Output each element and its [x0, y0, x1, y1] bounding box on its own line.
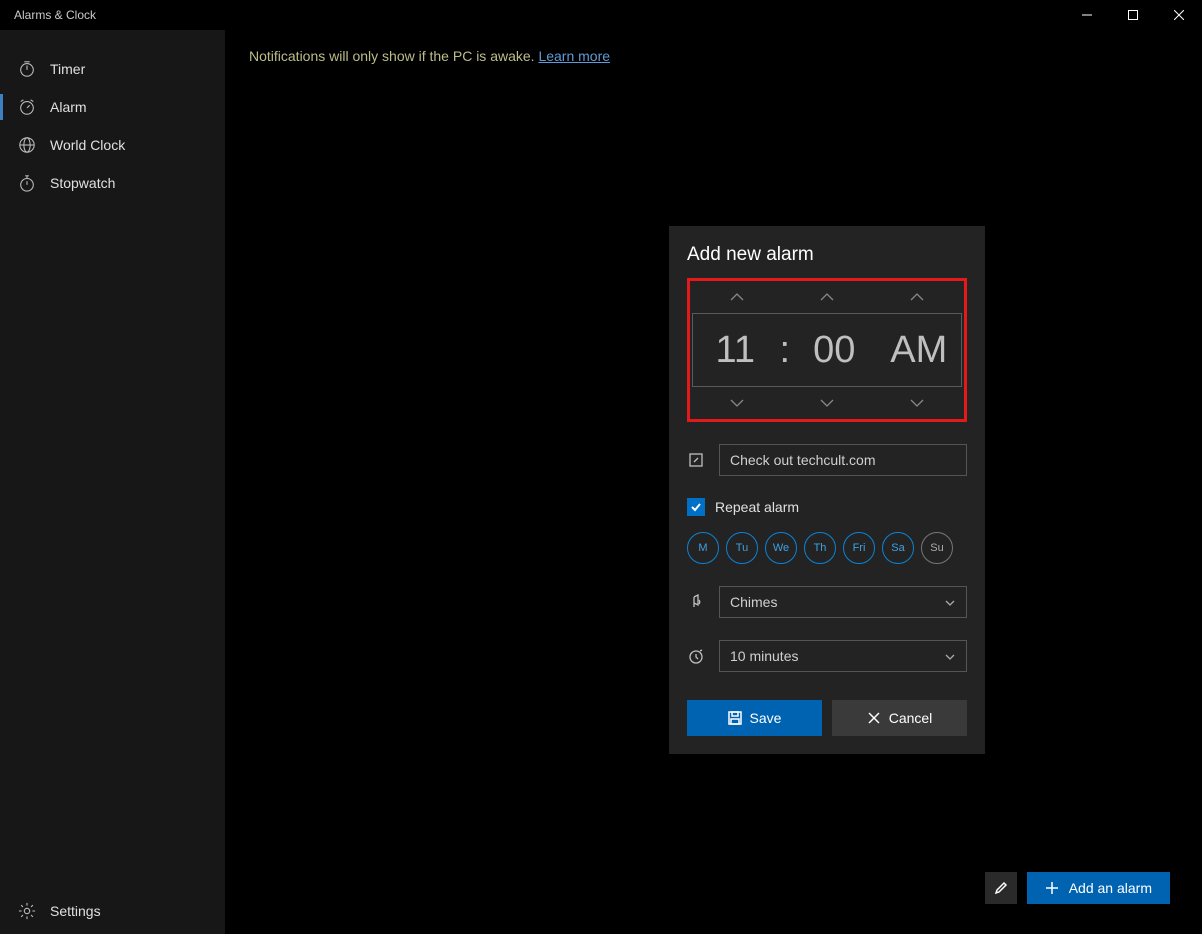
time-separator: :: [777, 329, 792, 372]
day-wednesday[interactable]: We: [765, 532, 797, 564]
add-alarm-dialog: Add new alarm 11 : 00 AM: [669, 226, 985, 754]
minimize-button[interactable]: [1064, 0, 1110, 30]
snooze-value: 10 minutes: [730, 648, 798, 664]
timer-icon: [18, 60, 36, 78]
pencil-icon: [994, 881, 1008, 895]
settings-label: Settings: [50, 903, 101, 919]
sidebar-item-label: Alarm: [50, 99, 87, 115]
ampm-value: AM: [877, 329, 961, 372]
add-alarm-button[interactable]: Add an alarm: [1027, 872, 1170, 904]
day-tuesday[interactable]: Tu: [726, 532, 758, 564]
alarm-icon: [18, 98, 36, 116]
notification-text: Notifications will only show if the PC i…: [249, 48, 538, 64]
globe-icon: [18, 136, 36, 154]
alarm-name-input[interactable]: [719, 444, 967, 476]
snooze-icon: [687, 647, 705, 665]
window-controls: [1064, 0, 1202, 30]
day-sunday[interactable]: Su: [921, 532, 953, 564]
cancel-button[interactable]: Cancel: [832, 700, 967, 736]
hour-down-button[interactable]: [697, 393, 777, 413]
chevron-down-icon: [944, 648, 956, 664]
sidebar-item-label: World Clock: [50, 137, 125, 153]
gear-icon: [18, 902, 36, 920]
sound-icon: [687, 593, 705, 611]
app-title: Alarms & Clock: [14, 8, 96, 22]
repeat-label: Repeat alarm: [715, 499, 799, 515]
sound-value: Chimes: [730, 594, 777, 610]
snooze-select[interactable]: 10 minutes: [719, 640, 967, 672]
day-saturday[interactable]: Sa: [882, 532, 914, 564]
time-display[interactable]: 11 : 00 AM: [692, 313, 962, 387]
close-button[interactable]: [1156, 0, 1202, 30]
bottom-actions: Add an alarm: [985, 872, 1170, 904]
stopwatch-icon: [18, 174, 36, 192]
titlebar: Alarms & Clock: [0, 0, 1202, 30]
hour-up-button[interactable]: [697, 287, 777, 307]
day-monday[interactable]: M: [687, 532, 719, 564]
repeat-checkbox[interactable]: [687, 498, 705, 516]
dialog-title: Add new alarm: [687, 244, 967, 266]
minute-up-button[interactable]: [787, 287, 867, 307]
chevron-down-icon: [944, 594, 956, 610]
sidebar-item-label: Timer: [50, 61, 85, 77]
close-icon: [867, 711, 881, 725]
save-label: Save: [750, 710, 782, 726]
sidebar-item-label: Stopwatch: [50, 175, 115, 191]
sidebar-item-stopwatch[interactable]: Stopwatch: [0, 164, 225, 202]
hour-value: 11: [693, 329, 777, 372]
edit-name-icon: [687, 451, 705, 469]
time-picker-highlight: 11 : 00 AM: [687, 278, 967, 422]
sidebar-item-timer[interactable]: Timer: [0, 50, 225, 88]
learn-more-link[interactable]: Learn more: [538, 48, 610, 64]
days-row: M Tu We Th Fri Sa Su: [687, 532, 967, 564]
ampm-up-button[interactable]: [877, 287, 957, 307]
sidebar-item-world-clock[interactable]: World Clock: [0, 126, 225, 164]
day-friday[interactable]: Fri: [843, 532, 875, 564]
sidebar-item-alarm[interactable]: Alarm: [0, 88, 225, 126]
ampm-down-button[interactable]: [877, 393, 957, 413]
plus-icon: [1045, 881, 1059, 895]
edit-alarms-button[interactable]: [985, 872, 1017, 904]
add-alarm-label: Add an alarm: [1069, 880, 1152, 896]
day-thursday[interactable]: Th: [804, 532, 836, 564]
notification-bar: Notifications will only show if the PC i…: [225, 30, 1202, 64]
maximize-button[interactable]: [1110, 0, 1156, 30]
cancel-label: Cancel: [889, 710, 933, 726]
sidebar: Timer Alarm World Clock Stopwatch Settin…: [0, 30, 225, 934]
minute-down-button[interactable]: [787, 393, 867, 413]
minute-value: 00: [792, 329, 876, 372]
sound-select[interactable]: Chimes: [719, 586, 967, 618]
content-area: Notifications will only show if the PC i…: [225, 30, 1202, 934]
sidebar-item-settings[interactable]: Settings: [0, 888, 225, 934]
save-button[interactable]: Save: [687, 700, 822, 736]
save-icon: [728, 711, 742, 725]
